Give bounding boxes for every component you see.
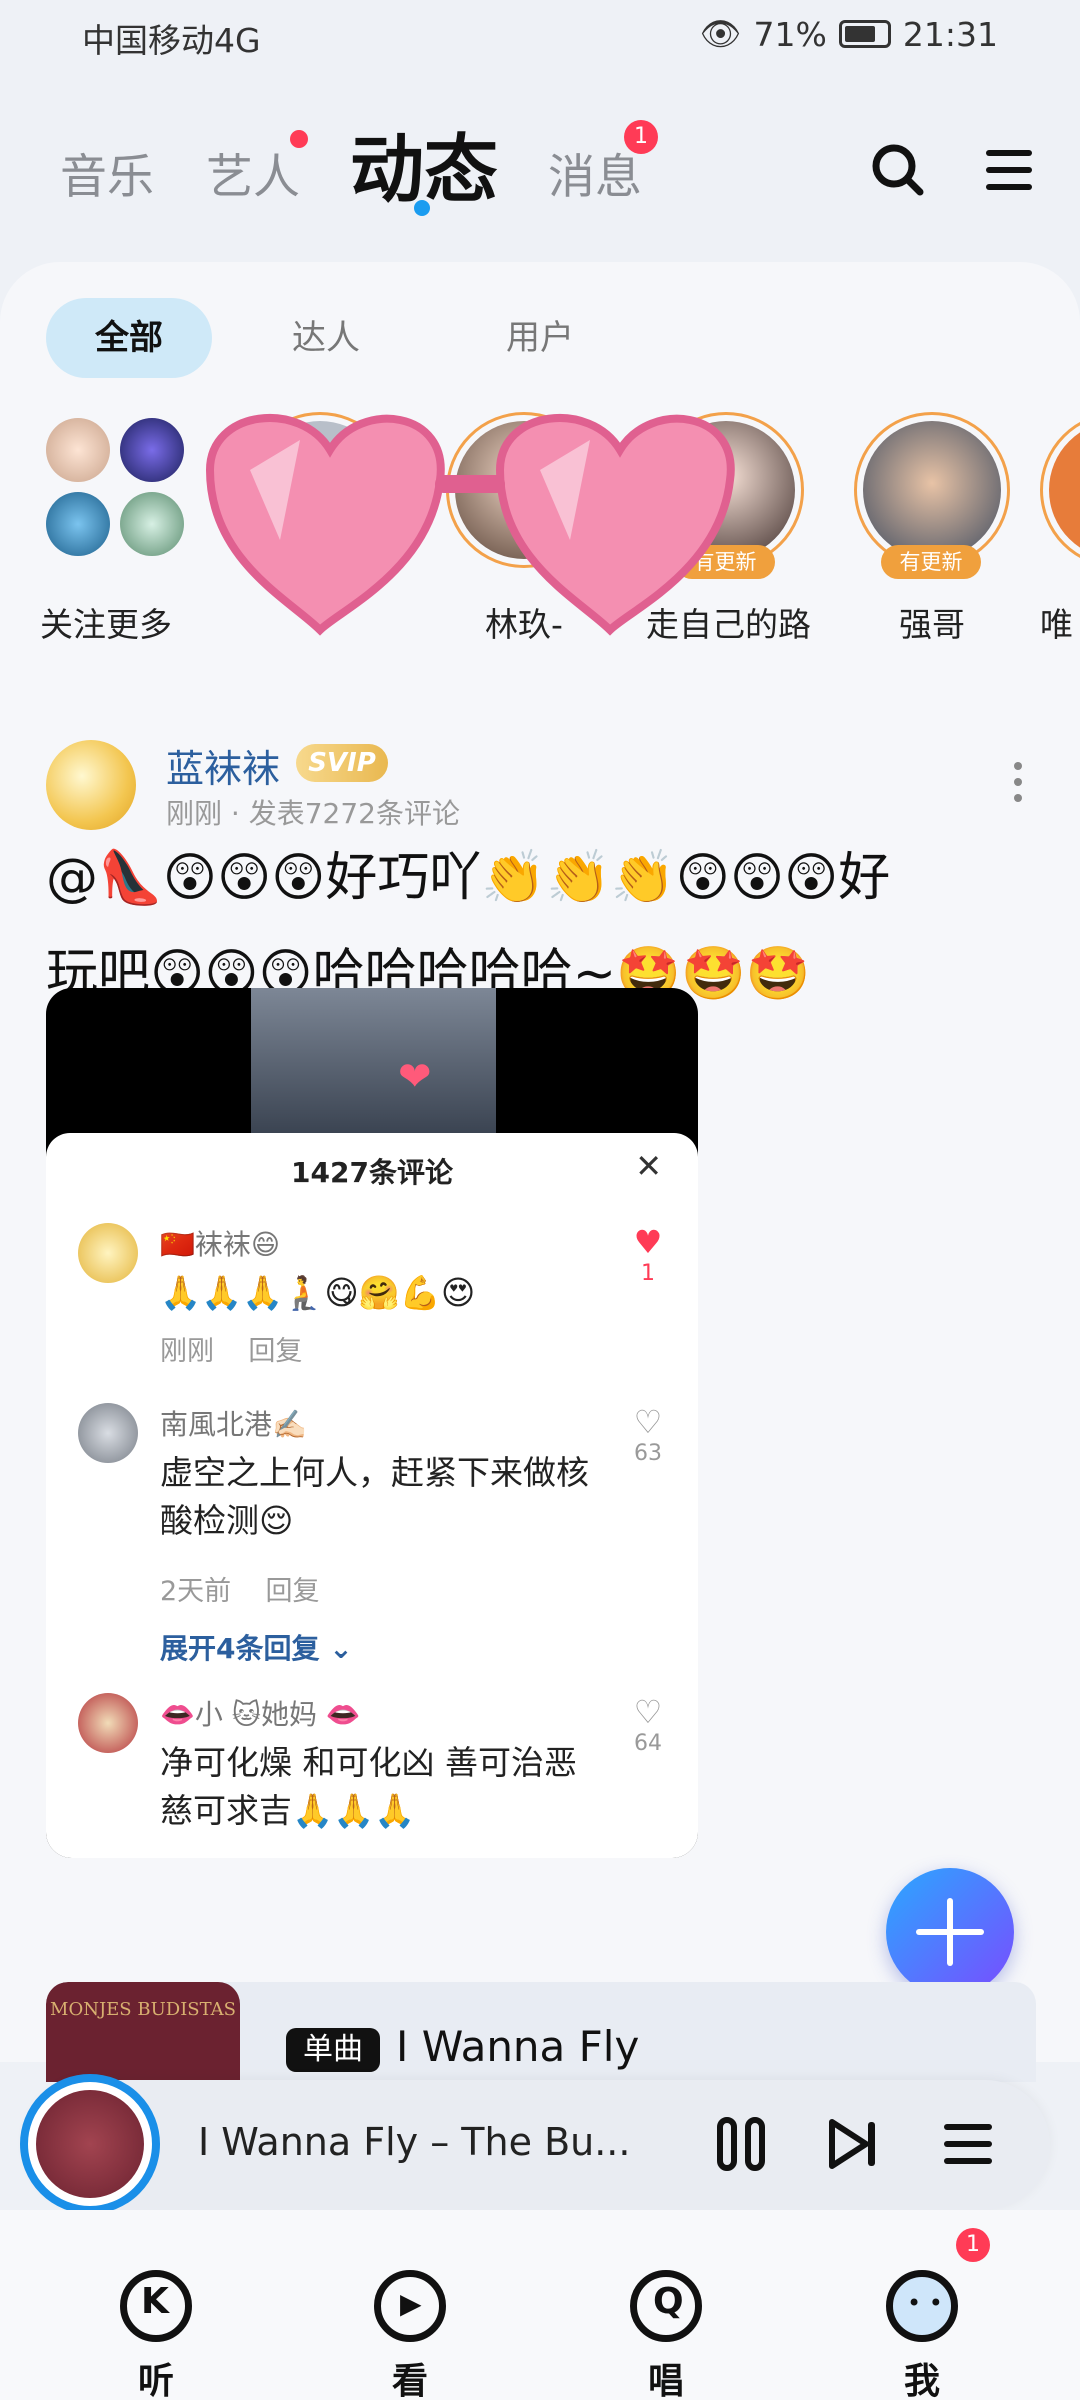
pause-icon[interactable] [714, 2116, 770, 2172]
me-badge: 1 [956, 2228, 990, 2262]
comment-sheet-title: 1427条评论 [291, 1156, 453, 1189]
create-post-button[interactable] [886, 1868, 1014, 1996]
follow-more-label: 关注更多 [40, 605, 172, 644]
bottom-nav: K 听 ▶ 看 Q 唱 • • 我 1 [0, 2210, 1080, 2400]
follow-more[interactable]: 关注更多 [40, 412, 190, 646]
nav-sing[interactable]: Q 唱 [586, 2210, 746, 2400]
post-author-avatar[interactable] [46, 740, 136, 830]
like-button[interactable]: ♥ 1 [628, 1223, 668, 1286]
song-cover: MONJES BUDISTAS [46, 1982, 240, 2082]
battery-percent: 71% [753, 14, 827, 54]
playlist-icon[interactable] [940, 2116, 996, 2172]
eye-icon: 👁 [699, 14, 742, 53]
story-item[interactable]: 唯 [1040, 412, 1080, 646]
heart-sticker-icon: ❤ [398, 1054, 432, 1100]
messages-badge: 1 [624, 120, 658, 154]
avatar [120, 492, 184, 556]
clock: 21:31 [902, 14, 998, 54]
comment-item: 👄小 🐱她妈 👄 净可化燥 和可化凶 善可治恶 慈可求吉🙏🙏🙏 ♡ 64 [46, 1693, 698, 1853]
album-disc[interactable] [20, 2074, 160, 2214]
k-listen-icon: K [120, 2270, 192, 2342]
reply-button[interactable]: 回复 [248, 1336, 302, 1367]
song-title: I Wanna Fly [396, 2022, 640, 2071]
song-card[interactable]: MONJES BUDISTAS 单曲 I Wanna Fly [46, 1982, 1036, 2082]
like-button[interactable]: ♡ 64 [628, 1693, 668, 1756]
more-options-icon[interactable] [1014, 762, 1024, 810]
svip-badge: SVIP [296, 744, 388, 782]
carrier-label: 中国移动4G [82, 21, 261, 60]
subtab-experts[interactable]: 达人 [266, 298, 386, 378]
now-playing-title: I Wanna Fly – The Bu... [198, 2120, 631, 2164]
nav-listen[interactable]: K 听 [76, 2210, 236, 2400]
avatar [46, 492, 110, 556]
post-media[interactable]: ❤ 1427条评论 ✕ 🇨🇳袜袜😄 🙏🙏🙏🧎😋🤗💪😍 刚刚 回复 ♥ 1 南風北港… [46, 988, 698, 1858]
avatar [120, 418, 184, 482]
mini-player[interactable]: I Wanna Fly – The Bu... [20, 2074, 1050, 2214]
avatar[interactable] [78, 1403, 138, 1463]
story-item[interactable]: 有更新 强哥 [852, 412, 1012, 646]
close-icon[interactable]: ✕ [635, 1147, 662, 1185]
menu-icon[interactable] [980, 140, 1040, 200]
chevron-down-icon: ⌄ [329, 1632, 353, 1665]
post-author-name[interactable]: 蓝袜袜 [166, 738, 280, 793]
subtab-users[interactable]: 用户 [480, 298, 600, 378]
nav-watch[interactable]: ▶ 看 [330, 2210, 490, 2400]
like-button[interactable]: ♡ 63 [628, 1403, 668, 1466]
tab-artists[interactable]: 艺人 [206, 138, 300, 207]
avatar[interactable] [78, 1223, 138, 1283]
avatar[interactable] [78, 1693, 138, 1753]
single-badge: 单曲 [286, 2028, 380, 2072]
video-frame [251, 988, 496, 1133]
artists-dot-badge [290, 130, 308, 148]
reply-button[interactable]: 回复 [266, 1576, 320, 1607]
profile-icon: • • [886, 2270, 958, 2342]
heart-glasses-sticker-icon [205, 414, 735, 636]
avatar [46, 418, 110, 482]
sing-icon: Q [630, 2270, 702, 2342]
play-watch-icon: ▶ [374, 2270, 446, 2342]
active-tab-indicator [414, 200, 430, 216]
status-bar: 中国移动4G 👁 71% 21:31 [0, 0, 1080, 72]
subtab-all[interactable]: 全部 [46, 298, 212, 378]
heart-icon: ♥ [633, 1223, 663, 1261]
tab-music[interactable]: 音乐 [60, 138, 154, 207]
comment-item: 🇨🇳袜袜😄 🙏🙏🙏🧎😋🤗💪😍 刚刚 回复 ♥ 1 [46, 1223, 698, 1373]
heart-outline-icon: ♡ [633, 1403, 663, 1441]
battery-icon [838, 20, 891, 48]
update-badge: 有更新 [881, 545, 981, 579]
post-meta: 刚刚 · 发表7272条评论 [166, 797, 460, 830]
search-icon[interactable] [868, 140, 928, 200]
heart-outline-icon: ♡ [633, 1693, 663, 1731]
next-track-icon[interactable] [826, 2116, 882, 2172]
nav-me[interactable]: • • 我 1 [842, 2210, 1002, 2400]
comment-sheet: 1427条评论 ✕ 🇨🇳袜袜😄 🙏🙏🙏🧎😋🤗💪😍 刚刚 回复 ♥ 1 南風北港✍🏻… [46, 1133, 698, 1858]
comment-item: 南風北港✍🏻 虚空之上何人，赶紧下来做核酸检测😌 2天前 回复 展开4条回复 ⌄… [46, 1403, 698, 1665]
top-nav: 音乐 艺人 动态 消息 1 [0, 100, 1080, 230]
expand-replies-button[interactable]: 展开4条回复 ⌄ [160, 1627, 353, 1667]
